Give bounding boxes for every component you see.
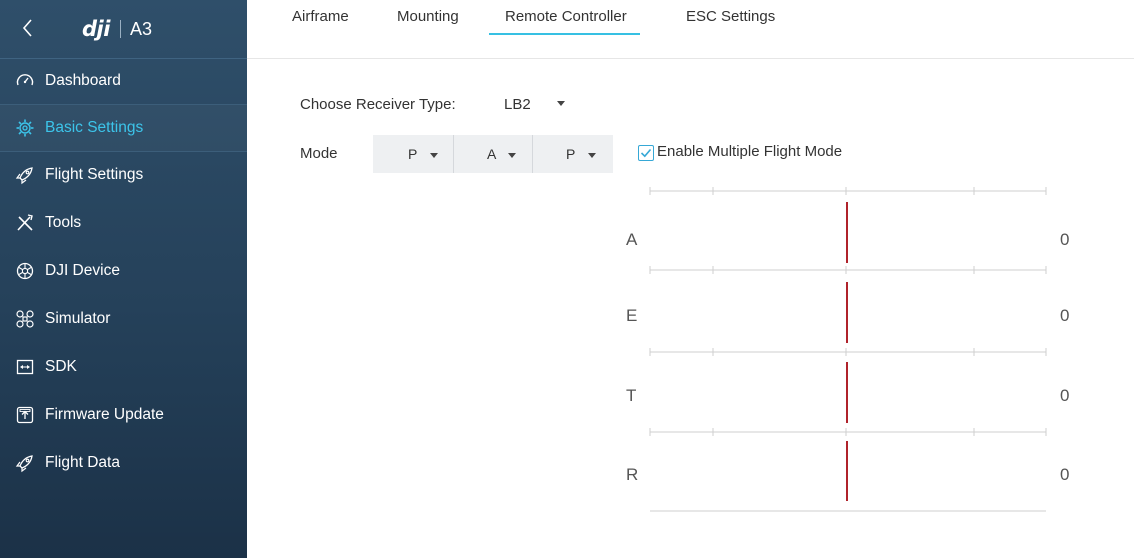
channel-r-label: R	[626, 465, 639, 484]
channel-t-label: T	[626, 386, 637, 405]
channel-scale-r	[649, 428, 1047, 501]
stick-monitor	[649, 187, 1047, 512]
channel-a-value: 0	[1060, 230, 1070, 249]
channel-scale-e	[649, 266, 1047, 343]
channel-r-value: 0	[1060, 465, 1070, 484]
channel-e-value: 0	[1060, 306, 1070, 325]
channel-t-value: 0	[1060, 386, 1070, 405]
channel-e-label: E	[626, 306, 638, 325]
channel-a-label: A	[626, 230, 638, 249]
channel-scale-t	[649, 348, 1047, 423]
channel-scale-a	[649, 187, 1047, 263]
